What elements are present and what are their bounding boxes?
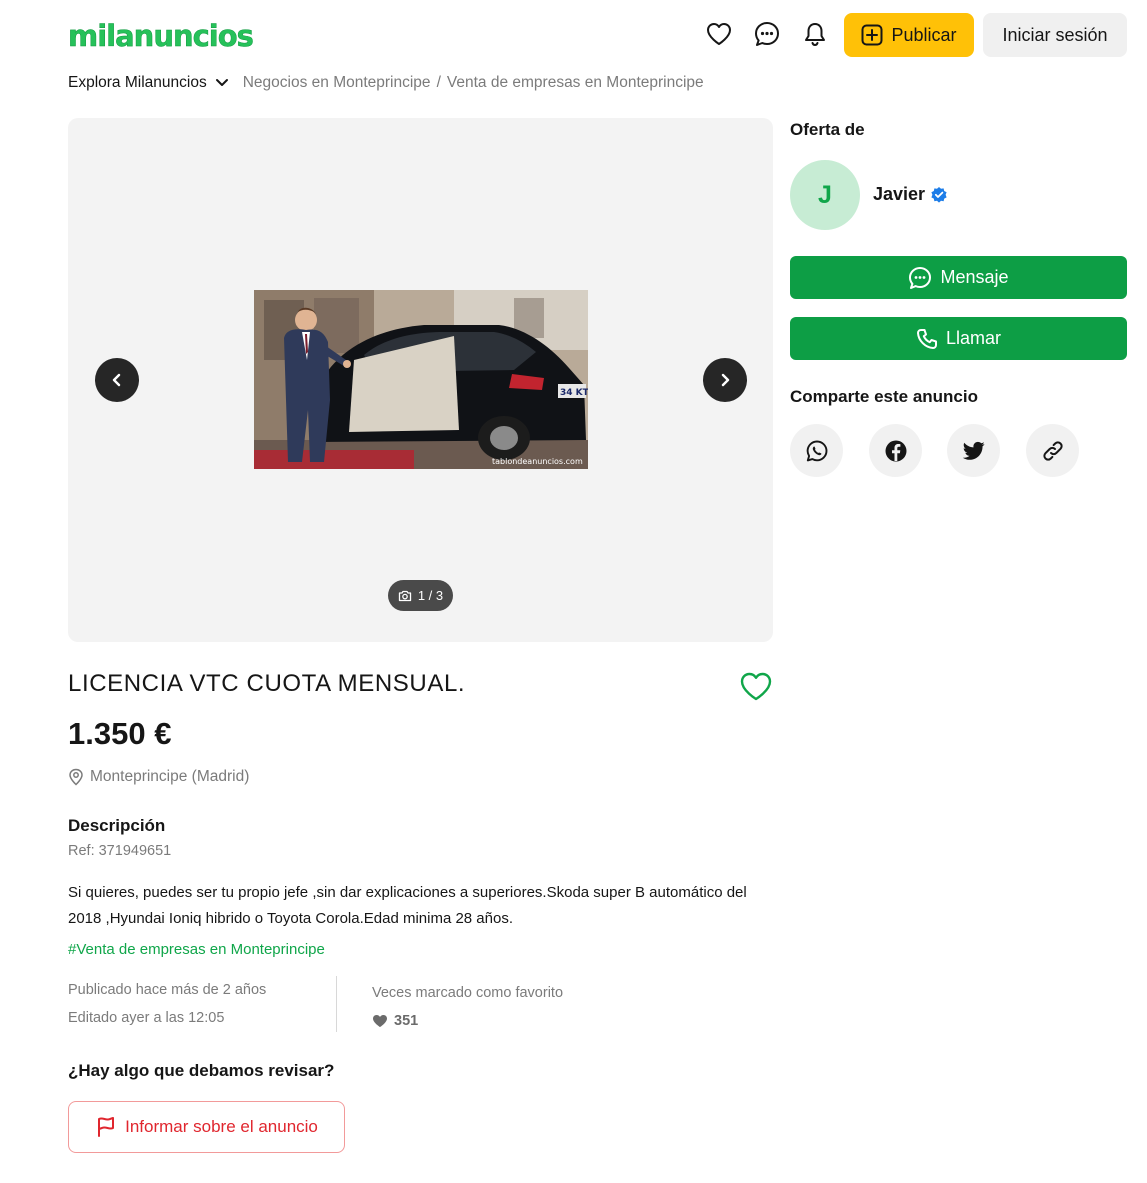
report-ad-button[interactable]: Informar sobre el anuncio [68, 1101, 345, 1153]
share-twitter-button[interactable] [947, 424, 1000, 477]
share-heading: Comparte este anuncio [790, 387, 978, 406]
meta-divider [336, 976, 337, 1032]
image-counter: 1 / 3 [388, 580, 453, 611]
previous-image-button[interactable] [95, 358, 139, 402]
chat-icon [909, 266, 932, 289]
link-icon [1042, 440, 1063, 461]
location-pin-icon [69, 768, 83, 786]
phone-icon [916, 328, 937, 349]
seller-name-text: Javier [873, 184, 926, 204]
ad-description: Si quieres, puedes ser tu propio jefe ,s… [68, 884, 747, 927]
chevron-down-icon [215, 79, 228, 86]
ad-photo[interactable]: 34 KT tablondeanuncios.com [254, 290, 588, 469]
ad-price: 1.350 € [68, 716, 172, 751]
camera-icon [398, 590, 411, 601]
plus-square-icon [861, 24, 883, 46]
call-button[interactable]: Llamar [790, 317, 1127, 360]
bell-icon[interactable] [799, 18, 831, 50]
review-heading: ¿Hay algo que debamos revisar? [68, 1061, 335, 1080]
location-text: Monteprincipe (Madrid) [90, 768, 250, 785]
facebook-icon [885, 440, 906, 461]
share-facebook-button[interactable] [869, 424, 922, 477]
published-date: Publicado hace más de 2 años [68, 982, 267, 998]
seller-avatar[interactable]: J [790, 160, 860, 230]
breadcrumb-separator: / [436, 74, 441, 91]
favorite-count-value: 351 [394, 1013, 419, 1029]
breadcrumb: Explora Milanuncios Negocios en Montepri… [68, 72, 704, 94]
chevron-right-icon [721, 373, 730, 387]
message-button[interactable]: Mensaje [790, 256, 1127, 299]
favorites-heart-icon[interactable] [703, 18, 735, 50]
image-gallery: 34 KT tablondeanuncios.com 1 / 3 [68, 118, 773, 642]
publish-label: Publicar [891, 24, 957, 45]
chevron-left-icon [112, 373, 121, 387]
photo-watermark: tablondeanuncios.com [492, 457, 583, 466]
call-label: Llamar [945, 328, 1002, 348]
offer-heading: Oferta de [790, 120, 865, 139]
ad-reference: Ref: 371949651 [68, 843, 172, 859]
heart-outline-icon [740, 672, 772, 700]
explore-menu[interactable]: Explora Milanuncios [68, 74, 229, 92]
seller-name[interactable]: Javier [873, 184, 948, 205]
edited-date: Editado ayer a las 12:05 [68, 1010, 225, 1026]
message-label: Mensaje [940, 267, 1009, 287]
login-label: Iniciar sesión [1002, 24, 1108, 45]
twitter-icon [962, 441, 984, 460]
favorite-count: 351 [372, 1013, 418, 1029]
add-favorite-button[interactable] [738, 668, 774, 704]
ad-dates: Publicado hace más de 2 años Editado aye… [68, 976, 266, 1032]
login-button[interactable]: Iniciar sesión [983, 13, 1127, 57]
chat-icon[interactable] [751, 18, 783, 50]
description-heading: Descripción [68, 816, 166, 835]
ad-title: LICENCIA VTC CUOTA MENSUAL. [68, 670, 466, 697]
category-tag-link[interactable]: #Venta de empresas en Monteprincipe [68, 941, 325, 958]
image-counter-text: 1 / 3 [417, 588, 444, 603]
verified-badge-icon [931, 186, 947, 203]
milanuncios-logo[interactable]: milanuncios [68, 18, 254, 54]
flag-icon [98, 1117, 115, 1137]
whatsapp-icon [806, 440, 827, 461]
heart-filled-icon [373, 1015, 387, 1027]
favorite-count-label: Veces marcado como favorito [372, 985, 564, 1001]
license-plate-text: 34 KT [560, 388, 588, 398]
breadcrumb-link-negocios[interactable]: Negocios en Monteprincipe [243, 74, 431, 92]
ad-location: Monteprincipe (Madrid) [68, 768, 249, 786]
explore-label: Explora Milanuncios [68, 74, 207, 91]
copy-link-button[interactable] [1026, 424, 1079, 477]
breadcrumb-link-venta-empresas[interactable]: Venta de empresas en Monteprincipe [447, 74, 704, 92]
report-label: Informar sobre el anuncio [125, 1117, 318, 1136]
next-image-button[interactable] [703, 358, 747, 402]
publish-button[interactable]: Publicar [844, 13, 974, 57]
share-whatsapp-button[interactable] [790, 424, 843, 477]
